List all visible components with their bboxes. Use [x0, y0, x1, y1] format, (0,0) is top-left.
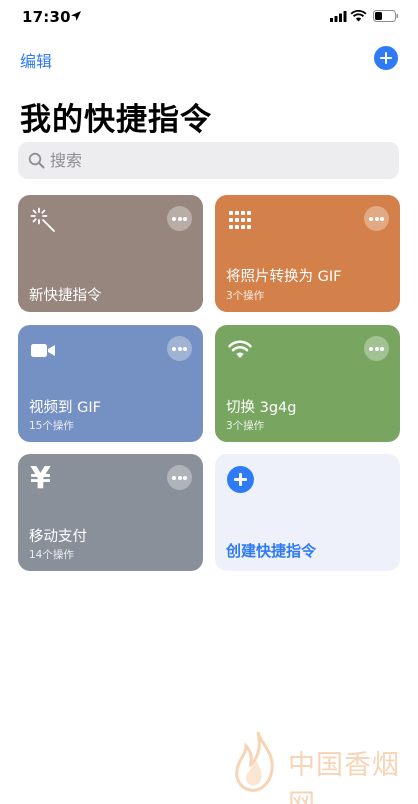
watermark: 中国香烟网 [232, 728, 412, 804]
more-options-button[interactable] [167, 465, 192, 490]
status-time: 17:30 [22, 8, 71, 26]
search-input[interactable] [50, 142, 380, 179]
watermark-text: 中国香烟网 [288, 750, 400, 804]
page-title: 我的快捷指令 [20, 102, 212, 138]
edit-button[interactable]: 编辑 [20, 48, 52, 72]
shortcut-title: 切换 3g4g [226, 400, 297, 416]
create-shortcut-card[interactable]: 创建快捷指令 [215, 454, 400, 571]
grid-icon [229, 211, 251, 229]
shortcut-title: 将照片转换为 GIF [226, 269, 342, 285]
shortcut-action-count: 15个操作 [29, 420, 74, 432]
create-shortcut-label: 创建快捷指令 [226, 542, 317, 560]
wifi-icon [228, 340, 252, 358]
shortcut-card-new[interactable]: 新快捷指令 [18, 195, 203, 312]
flame-logo-icon [235, 731, 274, 792]
shortcut-title: 新快捷指令 [29, 288, 102, 304]
shortcut-action-count: 3个操作 [226, 290, 265, 302]
video-camera-icon [31, 344, 55, 357]
plus-circle-icon [227, 466, 254, 493]
shortcut-action-count: 14个操作 [29, 549, 74, 561]
shortcut-title: 视频到 GIF [29, 400, 101, 416]
shortcut-title: 移动支付 [29, 529, 87, 545]
more-options-button[interactable] [364, 206, 389, 231]
location-arrow-icon [71, 11, 81, 21]
shortcut-card-photos-to-gif[interactable]: 将照片转换为 GIF 3个操作 [215, 195, 400, 312]
more-options-button[interactable] [167, 336, 192, 361]
battery-icon [373, 10, 399, 22]
magic-wand-icon [30, 207, 55, 232]
search-icon [28, 152, 45, 169]
more-options-button[interactable] [364, 336, 389, 361]
shortcut-card-video-to-gif[interactable]: 视频到 GIF 15个操作 [18, 325, 203, 442]
add-shortcut-button[interactable] [374, 46, 398, 70]
yen-icon: ¥ [30, 461, 51, 496]
cellular-signal-icon [330, 11, 347, 22]
shortcut-action-count: 3个操作 [226, 420, 265, 432]
shortcut-card-mobile-payment[interactable]: ¥ 移动支付 14个操作 [18, 454, 203, 571]
wifi-status-icon [350, 10, 367, 22]
status-bar: 17:30 [0, 0, 418, 34]
more-options-button[interactable] [167, 206, 192, 231]
search-bar[interactable] [18, 142, 399, 179]
shortcut-card-toggle-3g4g[interactable]: 切换 3g4g 3个操作 [215, 325, 400, 442]
